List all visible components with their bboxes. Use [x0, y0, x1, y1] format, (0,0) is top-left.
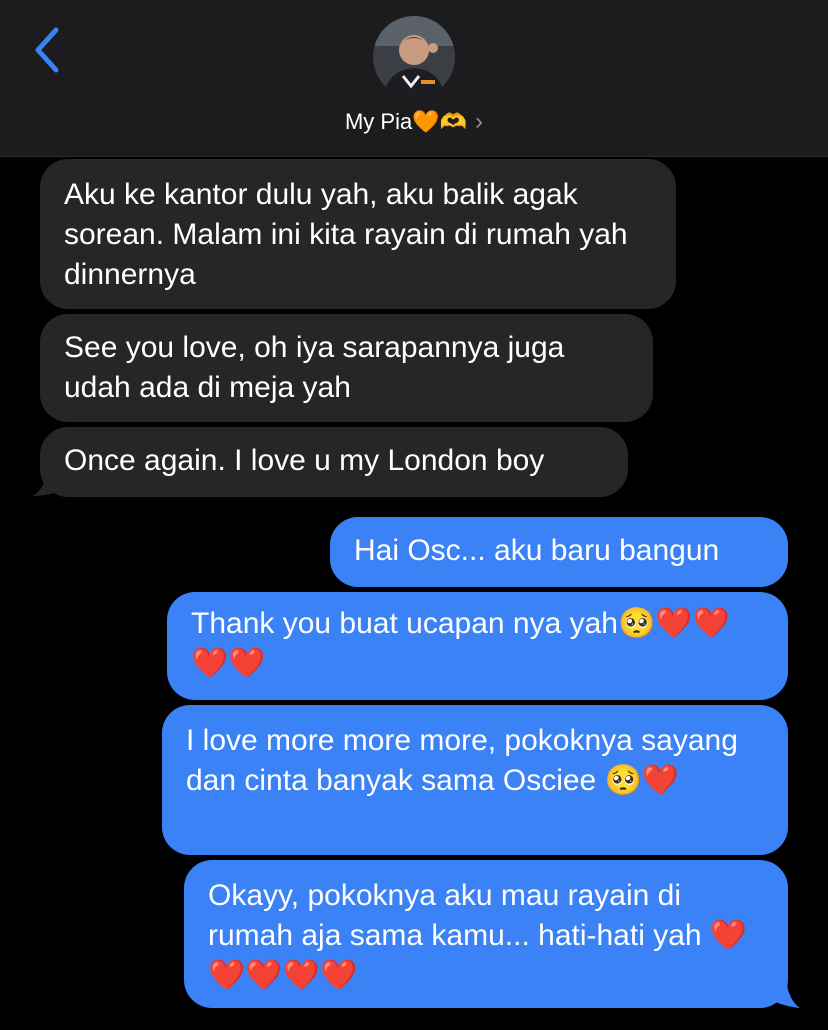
contact-name-row[interactable]: My Pia🧡🫶 › — [0, 106, 828, 137]
chevron-right-icon: › — [475, 108, 484, 136]
message-text: I love more more more, pokoknya sayang d… — [186, 724, 738, 797]
message-text: See you love, oh iya sarapannya juga uda… — [64, 331, 565, 404]
message-text: Aku ke kantor dulu yah, aku balik agak s… — [64, 178, 628, 291]
message-text: Okayy, pokoknya aku mau rayain di rumah … — [208, 879, 748, 992]
message-bubble-received[interactable]: Once again. I love u my London boy — [40, 427, 628, 497]
message-bubble-received[interactable]: Aku ke kantor dulu yah, aku balik agak s… — [40, 159, 676, 309]
message-bubble-sent[interactable]: Okayy, pokoknya aku mau rayain di rumah … — [184, 860, 788, 1008]
conversation-header: My Pia🧡🫶 › — [0, 0, 828, 157]
back-button[interactable] — [28, 26, 68, 74]
message-text: Hai Osc... aku baru bangun — [354, 534, 720, 567]
chevron-left-icon — [35, 27, 59, 73]
bubble-tail-sent — [772, 974, 800, 1008]
message-text: Once again. I love u my London boy — [64, 444, 545, 477]
message-bubble-sent[interactable]: I love more more more, pokoknya sayang d… — [162, 705, 788, 855]
message-bubble-sent[interactable]: Thank you buat ucapan nya yah🥺❤️❤️❤️❤️ — [167, 592, 788, 700]
message-bubble-sent[interactable]: Hai Osc... aku baru bangun — [330, 517, 788, 587]
bubble-tail-received — [32, 472, 60, 496]
contact-name: My Pia — [344, 109, 413, 135]
contact-avatar[interactable] — [373, 16, 455, 98]
avatar-photo — [373, 16, 455, 98]
message-text: Thank you buat ucapan nya yah🥺❤️❤️❤️❤️ — [191, 607, 731, 680]
message-bubble-received[interactable]: See you love, oh iya sarapannya juga uda… — [40, 314, 653, 422]
contact-emoji: 🧡🫶 — [412, 109, 468, 135]
